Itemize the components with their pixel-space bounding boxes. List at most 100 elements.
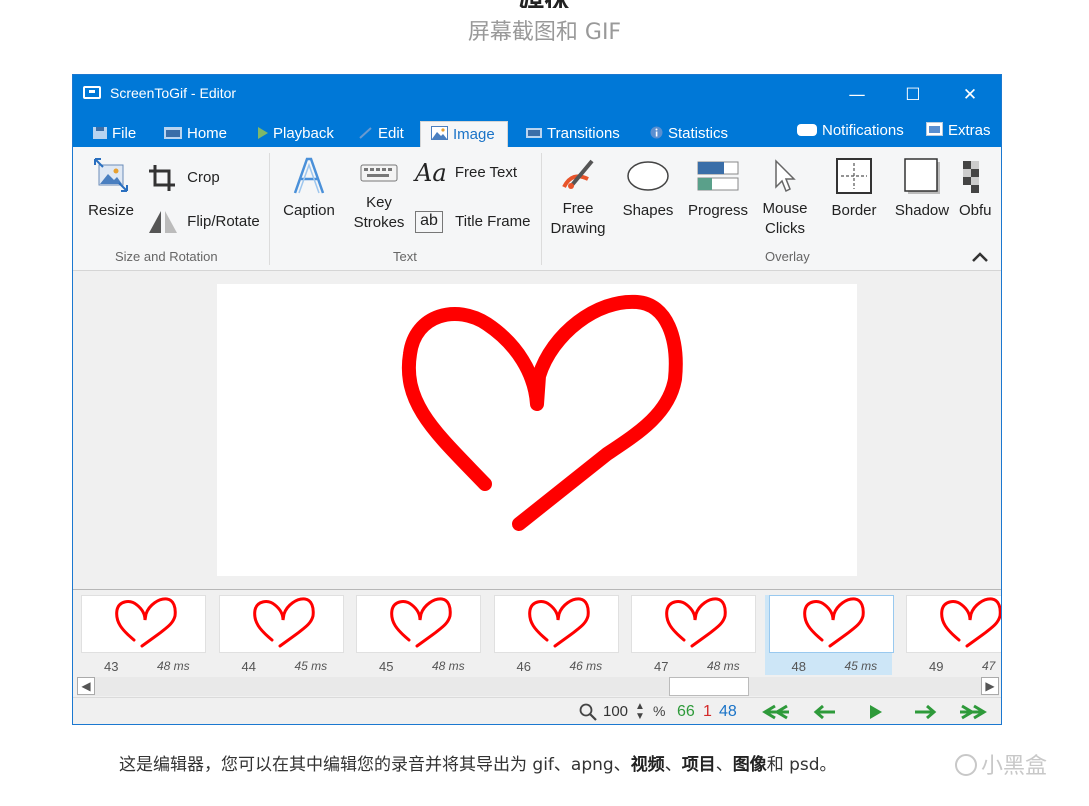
progress-button[interactable]: Progress [685,157,751,221]
flip-rotate-button[interactable]: Flip/Rotate [147,209,267,235]
frame-thumbnail[interactable]: 46 46 ms [490,595,619,675]
resize-button[interactable]: Resize [87,157,135,221]
key-strokes-button[interactable]: Key Strokes [348,157,410,233]
frame-delay: 48 ms [707,659,740,673]
frame-thumbnail[interactable]: 45 48 ms [352,595,481,675]
frame-preview [356,595,481,653]
play-icon [258,127,268,139]
zoom-input[interactable]: 100 [603,703,628,720]
tab-bar: File Home Playback Edit Image Transition… [73,115,1001,147]
frame-number: 48 [791,659,806,674]
tab-edit-label: Edit [378,125,404,142]
flip-rotate-icon [149,211,177,233]
obfuscate-icon [963,161,979,193]
info-icon [650,126,663,139]
free-text-button[interactable]: Aa Free Text [415,161,535,185]
border-button[interactable]: Border [825,157,883,221]
shapes-button[interactable]: Shapes [617,157,679,221]
frame-preview [493,595,619,653]
shadow-button[interactable]: Shadow [891,157,953,221]
tab-edit[interactable]: Edit [359,121,404,147]
keyboard-icon [360,164,398,182]
frame-thumbnail[interactable]: 48 45 ms [764,595,894,675]
ribbon-separator [269,153,270,265]
free-drawing-label-1: Free [562,200,594,217]
minimize-button[interactable]: — [837,81,877,109]
zoom-stepper[interactable]: ▲ ▼ [635,702,645,722]
frame-thumbnail[interactable]: 43 48 ms [77,595,206,675]
caption-text: 这是编辑器，您可以在其中编辑您的录音并将其导出为 gif、apng、 [119,755,631,775]
close-button[interactable]: ✕ [950,81,990,109]
key-strokes-label-1: Key [366,194,392,211]
ribbon-separator [541,153,542,265]
progress-icon [697,161,739,191]
frame-delay: 48 ms [157,659,190,673]
crop-button[interactable]: Crop [147,163,227,193]
shadow-label: Shadow [894,202,950,219]
crop-icon [149,165,175,191]
tab-home[interactable]: Home [164,121,227,147]
shadow-icon [904,158,940,194]
floppy-icon [93,127,107,139]
play-frames-icon[interactable] [869,704,883,720]
last-frame-icon[interactable] [958,704,990,720]
mouse-clicks-button[interactable]: Mouse Clicks [757,157,813,239]
tab-file[interactable]: File [93,121,136,147]
notifications-button[interactable]: Notifications [797,118,904,144]
title-frame-button[interactable]: ab Title Frame [415,211,555,233]
border-label: Border [831,202,877,219]
tab-playback[interactable]: Playback [258,121,334,147]
frame-delay: 47 [982,659,996,673]
collapse-ribbon-icon[interactable] [971,251,989,263]
ribbon: Resize Crop Flip/Rotate Size and Rotatio… [73,147,1001,271]
frame-delay: 45 ms [294,659,328,673]
caption-bold-video: 视频 [630,755,665,775]
tab-transitions-label: Transitions [547,125,620,142]
tab-image[interactable]: Image [420,121,508,147]
caption-label: Caption [283,202,335,219]
page-subtitle: 屏幕截图和 GIF [467,20,622,45]
pencil-icon [359,127,372,139]
page-heading: 媒体 [0,0,1089,8]
first-frame-icon[interactable] [759,704,791,720]
resize-label: Resize [88,202,134,219]
extras-button[interactable]: Extras [926,118,991,144]
watermark: 小黑盒 [955,748,1047,780]
free-drawing-button[interactable]: Free Drawing [547,157,609,239]
caption-bold-image: 图像 [732,755,767,775]
frame-heart-image [252,597,315,648]
current-frame-number: 48 [719,703,737,720]
watermark-text: 小黑盒 [981,754,1048,779]
extras-label: Extras [948,122,991,139]
frame-preview [631,595,756,653]
frame-thumbnail[interactable]: 49 47 [902,595,1001,675]
current-frame-canvas[interactable] [217,284,857,576]
progress-label: Progress [687,202,749,219]
free-drawing-label-2: Drawing [550,220,606,237]
obfuscate-label: Obfu [959,202,992,219]
next-frame-icon[interactable] [913,704,937,720]
description-caption: 这是编辑器，您可以在其中编辑您的录音并将其导出为 gif、apng、视频、项目、… [119,750,837,775]
frame-number: 49 [929,659,944,674]
previous-frame-icon[interactable] [813,704,837,720]
scrollbar-thumb[interactable] [669,677,749,696]
title-frame-label: Title Frame [455,212,531,230]
title-bar[interactable]: ScreenToGif - Editor — ☐ ✕ [73,75,1001,115]
notifications-label: Notifications [822,122,904,139]
frame-thumbnail[interactable]: 47 48 ms [627,595,756,675]
tab-transitions[interactable]: Transitions [526,121,620,147]
caption-button[interactable]: Caption [278,157,340,221]
frame-scrollbar[interactable]: ◀ ▶ [77,677,999,696]
scroll-left-icon[interactable]: ◀ [77,677,95,695]
maximize-button[interactable]: ☐ [893,81,933,109]
obfuscate-button[interactable]: Obfu [959,157,1001,221]
tab-playback-label: Playback [273,125,334,142]
frame-heart-image [527,597,590,648]
shapes-label: Shapes [622,202,674,219]
ellipse-icon [627,161,669,191]
frame-thumbnail[interactable]: 44 45 ms [215,595,344,675]
tab-statistics[interactable]: Statistics [650,121,728,147]
group-overlay: Overlay [765,249,810,264]
frame-heart-image [802,597,865,648]
scroll-right-icon[interactable]: ▶ [981,677,999,695]
